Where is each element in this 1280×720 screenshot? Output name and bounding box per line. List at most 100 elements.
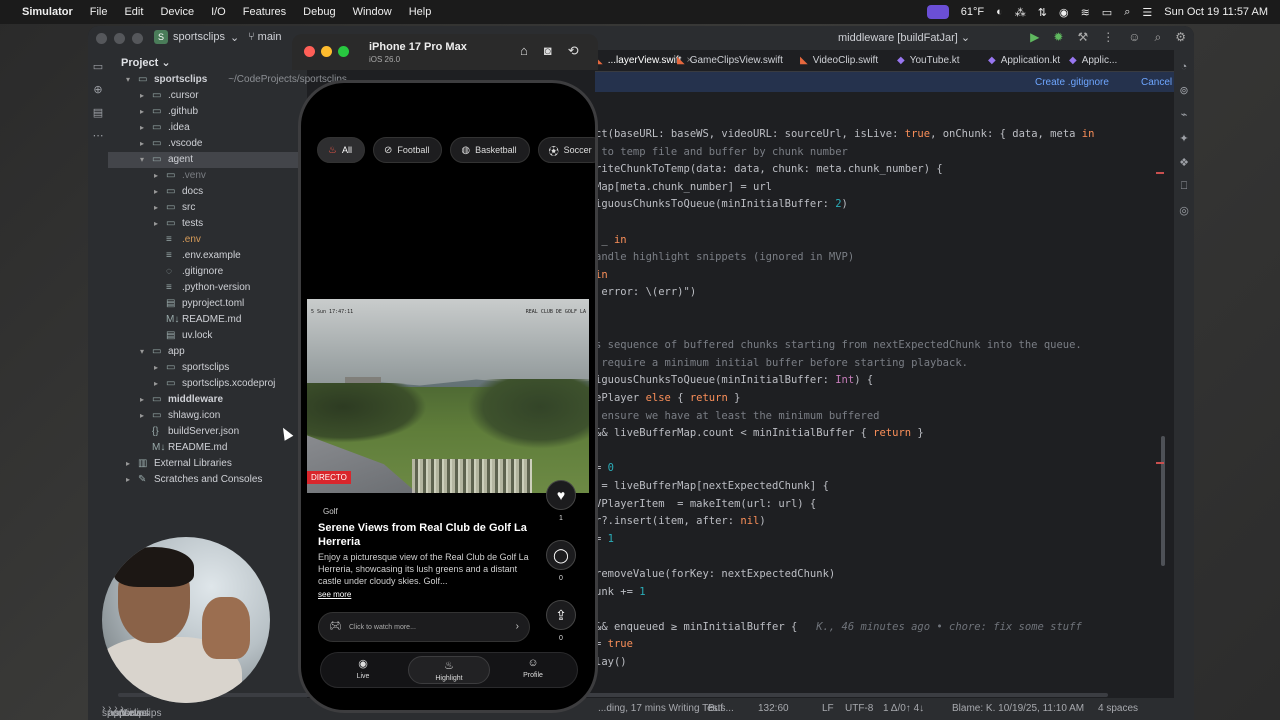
device-icon[interactable]: ⎕ [1174,180,1194,193]
settings-icon[interactable]: ⚙ [1175,30,1186,45]
cancel-link[interactable]: Cancel [1141,77,1172,88]
notifications-icon[interactable]: ◔ [1174,61,1194,73]
tab-profile[interactable]: ☺ Profile [503,657,563,679]
tree-item[interactable]: ▾ ▭ agent [108,152,307,168]
commit-icon[interactable]: ⊕ [88,83,108,96]
control-icon[interactable]: ⇅ [1038,6,1047,19]
user-icon[interactable]: ☺ [1128,30,1140,45]
chevron-down-icon[interactable]: ▾ [140,344,150,360]
tree-item[interactable]: ▸ ▭ sportsclips.xcodeproj [108,376,307,392]
category-chip-basketball[interactable]: ◍ Basketball [450,137,530,163]
chevron-right-icon[interactable]: ▸ [154,216,164,232]
video-player[interactable]: 5 Sun 17:47:11 REAL CLUB DE GOLF LA DIRE… [307,299,589,493]
vcs-status[interactable]: 1 Δ/0↑ 4↓ [883,703,924,714]
menu-help[interactable]: Help [409,6,432,18]
record-icon[interactable]: ◉ [1059,6,1069,19]
error-marker[interactable] [1156,462,1164,464]
tree-item[interactable]: ▸ ▥ External Libraries [108,456,307,472]
copilot-icon[interactable]: ◎ [1174,204,1194,217]
tree-item[interactable]: ≡ .python-version [108,280,307,296]
editor-tab[interactable]: ◣ VideoClip.swift [800,55,878,66]
zoom-icon[interactable] [132,33,143,44]
minimize-icon[interactable] [114,33,125,44]
more-tools-icon[interactable]: ⋯ [88,129,108,142]
rotate-icon[interactable]: ⟲ [568,43,579,59]
breadcrumb[interactable]: sportsclips › app › sportsclips › Views … [102,703,161,719]
chevron-right-icon[interactable]: ▸ [140,120,150,136]
chevron-right-icon[interactable]: ▸ [140,88,150,104]
screen-recording-icon[interactable] [926,5,949,19]
tree-item[interactable]: ▸ ▭ src [108,200,307,216]
create-gitignore-link[interactable]: Create .gitignore [1035,77,1109,88]
menu-device[interactable]: Device [160,6,194,18]
home-icon[interactable]: ⌂ [520,43,528,59]
category-chip-soccer[interactable]: ⚽︎ Soccer [537,137,595,163]
search-icon[interactable]: ⌕ [1155,30,1162,45]
editor-tab[interactable]: ◆ Applic... [1069,55,1117,66]
tree-item[interactable]: ▸ ▭ tests [108,216,307,232]
minimize-icon[interactable] [321,46,332,57]
tree-item[interactable]: ▸ ▭ .venv [108,168,307,184]
cursor-position[interactable]: 132:60 [758,703,789,714]
chevron-right-icon[interactable]: ▸ [140,408,150,424]
menu-window[interactable]: Window [353,6,392,18]
encoding[interactable]: UTF-8 [845,703,873,714]
grid-icon[interactable]: ⁂ [1015,6,1026,19]
tree-item[interactable]: ▸ ▭ shlawg.icon [108,408,307,424]
code-editor[interactable]: ct(baseURL: baseWS, videoURL: sourceUrl,… [595,92,1165,677]
buffer-status[interactable]: Buf [708,703,723,714]
tree-item[interactable]: ▸ ▭ .idea [108,120,307,136]
debug-icon[interactable]: ✹ [1053,30,1063,45]
chevron-right-icon[interactable]: ▸ [154,200,164,216]
project-switcher[interactable]: S sportsclips ⌄ [154,30,239,44]
menu-io[interactable]: I/O [211,6,226,18]
like-button[interactable]: ♥ [546,480,576,510]
editor-tab[interactable]: ◆ YouTube.kt [897,55,960,66]
tree-item[interactable]: M↓ README.md [108,440,307,456]
chevron-right-icon[interactable]: ▸ [154,360,164,376]
category-chip-all[interactable]: ♨ All [317,137,365,163]
chevron-down-icon[interactable]: ▾ [140,152,150,168]
editor-horizontal-scrollbar[interactable] [118,693,1108,697]
battery-icon[interactable]: ▭ [1102,6,1112,19]
editor-tab[interactable]: ◆ Application.kt [988,55,1060,66]
tree-item[interactable]: ▸ ▭ docs [108,184,307,200]
tree-item[interactable]: {} buildServer.json [108,424,307,440]
crumb[interactable]: Live [124,708,142,719]
run-configuration[interactable]: middleware [buildFatJar] ⌄ [838,31,970,44]
tree-item[interactable]: ◌ .gitignore [108,264,307,280]
indent-status[interactable]: 4 spaces [1098,703,1138,714]
tree-item[interactable]: ▤ pyproject.toml [108,296,307,312]
plugin-icon[interactable]: ❖ [1174,156,1194,169]
blame-status[interactable]: Blame: K. 10/19/25, 11:10 AM [952,703,1084,714]
tree-item[interactable]: ▤ uv.lock [108,328,307,344]
menubar-clock[interactable]: Sun Oct 19 11:57 AM [1164,6,1268,18]
menu-file[interactable]: File [90,6,108,18]
line-ending[interactable]: LF [822,703,834,714]
chevron-right-icon[interactable]: ▸ [140,104,150,120]
share-button[interactable]: ⇪ [546,600,576,630]
see-more-link[interactable]: see more [318,590,351,599]
tree-item[interactable]: ▸ ▭ middleware [108,392,307,408]
chevron-right-icon[interactable]: ▸ [154,376,164,392]
tree-item[interactable]: ▸ ▭ .github [108,104,307,120]
control-center-icon[interactable]: ☰ [1142,6,1152,19]
project-panel-header[interactable]: Project ⌄ + [108,50,307,72]
tree-item[interactable]: ▸ ▭ sportsclips [108,360,307,376]
tree-item[interactable]: ▸ ▭ .cursor [108,88,307,104]
build-icon[interactable]: ⚒ [1077,30,1088,45]
wifi-icon[interactable]: ≋ [1081,6,1090,19]
chevron-right-icon[interactable]: ▸ [140,392,150,408]
menu-debug[interactable]: Debug [303,6,335,18]
chevron-right-icon[interactable]: ▸ [154,168,164,184]
category-chip-football[interactable]: ⊘ Football [372,137,443,163]
tab-live[interactable]: ◉ Live [333,657,393,680]
comment-button[interactable]: ◯ [546,540,576,570]
tree-item[interactable]: ≡ .env.example [108,248,307,264]
editor-tab[interactable]: ◣ GameClipsView.swift [677,55,783,66]
chevron-right-icon[interactable]: ▸ [126,456,136,472]
tab-highlight[interactable]: ♨ Highlight [408,656,490,684]
branch-switcher[interactable]: ⑂ main [248,31,282,43]
gradle-icon[interactable]: ⌁ [1174,108,1194,121]
menu-edit[interactable]: Edit [124,6,143,18]
